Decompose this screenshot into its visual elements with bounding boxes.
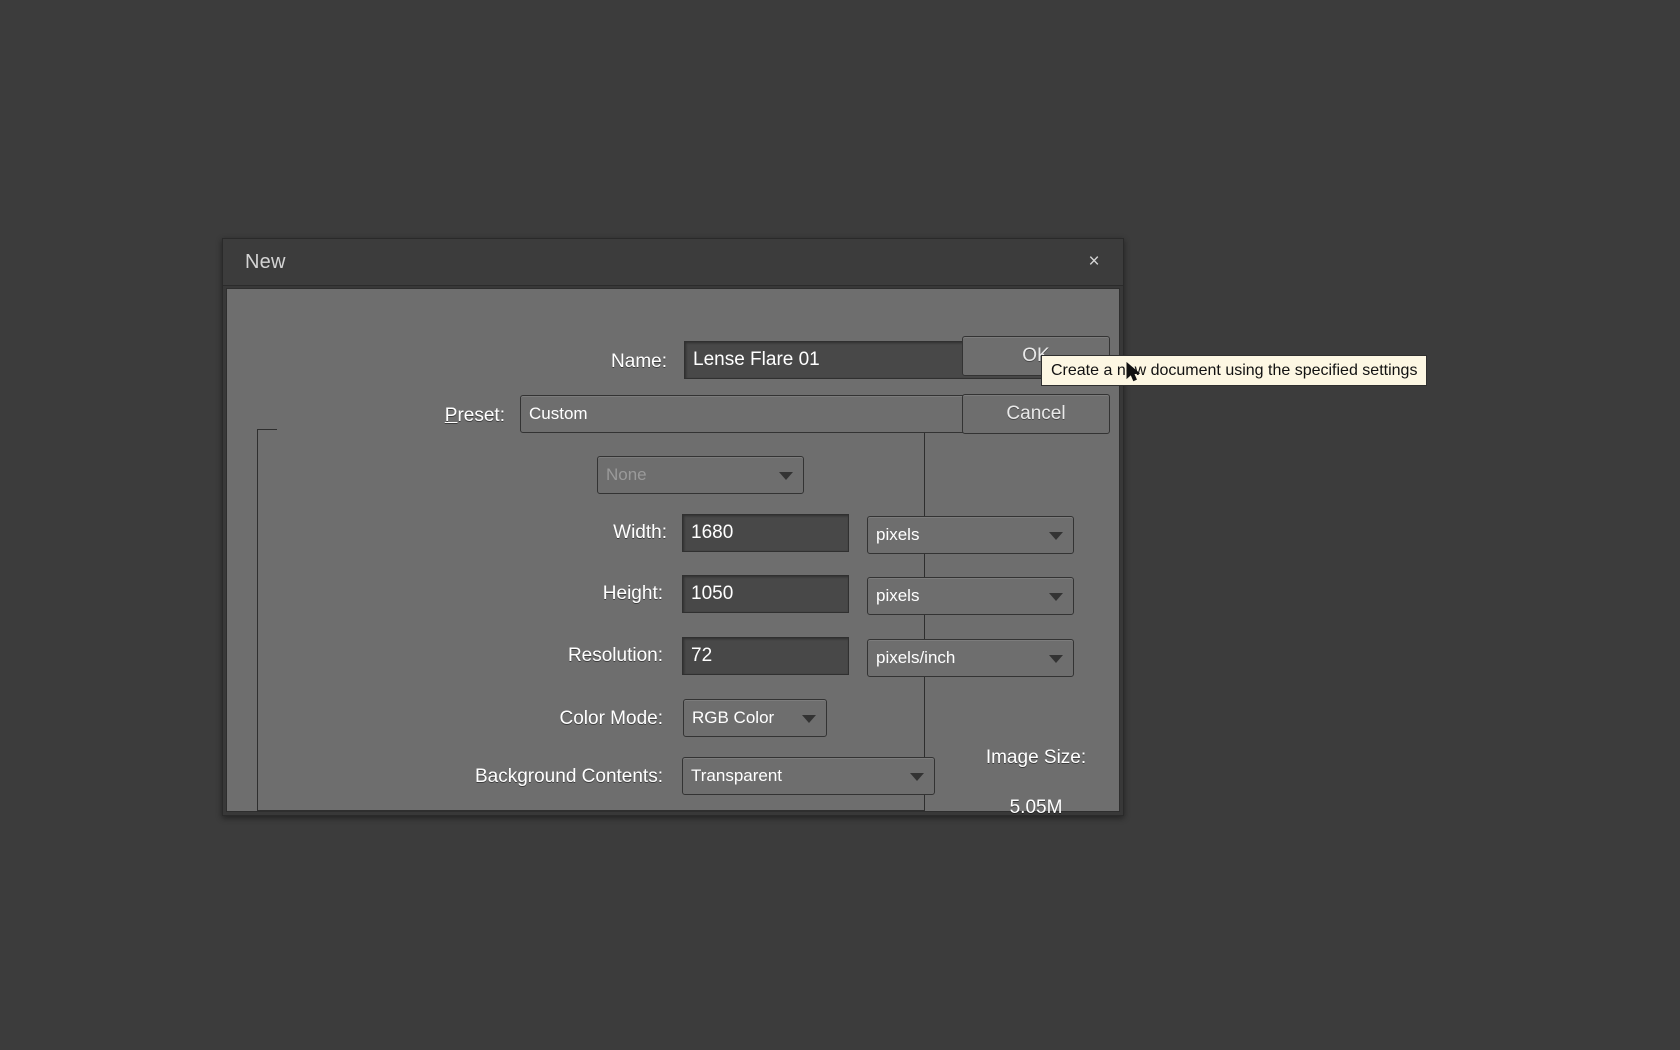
color-mode-label: Color Mode:	[559, 708, 664, 729]
resolution-unit-select[interactable]: pixels/inch	[867, 639, 1074, 677]
preset-select[interactable]: Custom	[520, 395, 1034, 433]
dialog-title: New	[245, 251, 286, 273]
height-unit-value: pixels	[876, 586, 920, 605]
color-mode-value: RGB Color	[692, 708, 775, 727]
new-document-dialog: New × Name: Lense Flare 01 Preset: Custo…	[222, 238, 1124, 818]
resolution-label: Resolution:	[567, 645, 663, 666]
background-contents-label: Background Contents:	[474, 766, 663, 787]
preset-select-value: Custom	[529, 404, 588, 423]
chevron-down-icon	[779, 472, 793, 480]
width-label: Width:	[613, 522, 667, 543]
resolution-unit-value: pixels/inch	[876, 648, 956, 667]
chevron-down-icon	[1049, 655, 1063, 663]
close-icon[interactable]: ×	[1082, 250, 1106, 274]
chevron-down-icon	[802, 715, 816, 723]
preset-label: Preset:	[444, 405, 505, 426]
dialog-titlebar[interactable]: New ×	[223, 239, 1123, 286]
chevron-down-icon	[910, 773, 924, 781]
width-input[interactable]: 1680	[682, 514, 849, 552]
dialog-body: Name: Lense Flare 01 Preset: Custom Size…	[226, 288, 1120, 818]
height-label: Height:	[602, 583, 663, 604]
chevron-down-icon	[1049, 532, 1063, 540]
size-select[interactable]: None	[597, 456, 804, 494]
name-label: Name:	[611, 351, 667, 372]
size-select-value: None	[606, 465, 647, 484]
resolution-input[interactable]: 72	[682, 637, 849, 675]
width-unit-value: pixels	[876, 525, 920, 544]
image-size-label: Image Size:	[985, 747, 1087, 768]
background-contents-select[interactable]: Transparent	[682, 757, 935, 795]
height-unit-select[interactable]: pixels	[867, 577, 1074, 615]
cancel-button[interactable]: Cancel	[962, 394, 1110, 434]
chevron-down-icon	[1049, 593, 1063, 601]
tooltip: Create a new document using the specifie…	[1041, 355, 1428, 386]
width-unit-select[interactable]: pixels	[867, 516, 1074, 554]
color-mode-select[interactable]: RGB Color	[683, 699, 827, 737]
image-size-value: 5.05M	[1009, 797, 1063, 818]
height-input[interactable]: 1050	[682, 575, 849, 613]
groupbox-top-left-segment	[257, 429, 277, 430]
background-contents-value: Transparent	[691, 766, 783, 785]
